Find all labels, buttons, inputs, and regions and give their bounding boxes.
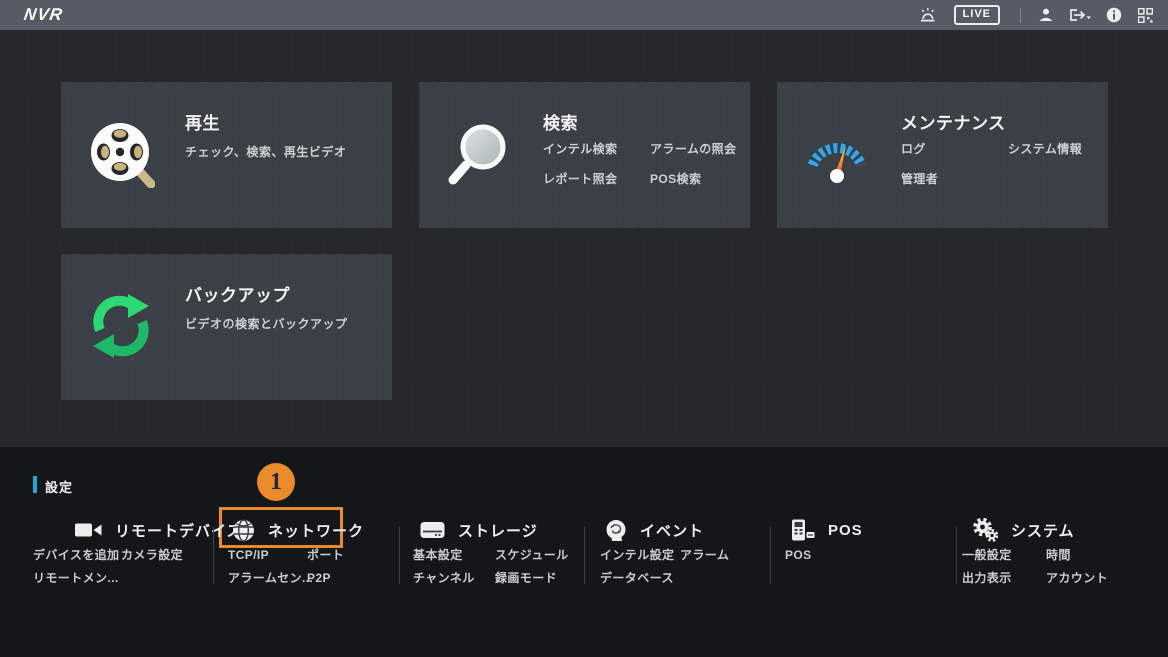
alarm-icon[interactable] bbox=[919, 6, 937, 24]
maintenance-links: ログ システム情報 管理者 bbox=[901, 140, 1082, 187]
search-title: 検索 bbox=[543, 109, 578, 134]
settings-item-label: リモートデバイス bbox=[115, 520, 243, 541]
column-divider bbox=[584, 527, 585, 584]
settings-section: 設定 1 リモートデバイス ネットワーク ストレージ bbox=[0, 447, 1168, 657]
link-port[interactable]: ポート bbox=[307, 549, 344, 562]
link-remote-maintenance[interactable]: リモートメン... bbox=[33, 572, 121, 585]
globe-icon bbox=[232, 519, 255, 542]
link-database[interactable]: データベース bbox=[600, 572, 680, 585]
column-divider bbox=[956, 527, 957, 584]
backup-title: バックアップ bbox=[185, 281, 290, 306]
link-time[interactable]: 時間 bbox=[1046, 549, 1108, 562]
link-administrator[interactable]: 管理者 bbox=[901, 170, 1008, 187]
link-camera-settings[interactable]: カメラ設定 bbox=[121, 549, 183, 562]
link-alarm[interactable]: アラーム bbox=[680, 549, 729, 562]
link-log[interactable]: ログ bbox=[901, 140, 1008, 157]
column-divider bbox=[399, 527, 400, 584]
hard-disk-icon bbox=[420, 521, 445, 539]
link-p2p[interactable]: P2P bbox=[307, 572, 344, 585]
link-report-inquiry[interactable]: レポート照会 bbox=[543, 170, 650, 187]
gears-icon bbox=[973, 518, 998, 542]
remote-device-links: デバイスを追加 カメラ設定 リモートメン... bbox=[33, 549, 183, 585]
link-intel-settings[interactable]: インテル設定 bbox=[600, 549, 680, 562]
link-schedule[interactable]: スケジュール bbox=[495, 549, 569, 562]
playback-title: 再生 bbox=[185, 109, 220, 134]
settings-item-label: ストレージ bbox=[458, 520, 538, 541]
settings-item-label: ネットワーク bbox=[268, 520, 364, 541]
link-alarm-center[interactable]: アラームセン... bbox=[228, 572, 307, 585]
link-record-mode[interactable]: 録画モード bbox=[495, 572, 569, 585]
column-divider bbox=[770, 527, 771, 584]
link-output-display[interactable]: 出力表示 bbox=[962, 572, 1046, 585]
event-links: インテル設定 アラーム データベース bbox=[600, 549, 729, 585]
info-icon[interactable] bbox=[1105, 6, 1123, 24]
qrcode-icon[interactable] bbox=[1136, 6, 1154, 24]
link-channel[interactable]: チャンネル bbox=[413, 572, 495, 585]
settings-item-storage[interactable]: ストレージ bbox=[420, 518, 538, 542]
live-button[interactable]: LIVE bbox=[954, 5, 1000, 25]
link-system-info[interactable]: システム情報 bbox=[1008, 140, 1082, 157]
settings-item-label: POS bbox=[828, 522, 863, 539]
system-links: 一般設定 時間 出力表示 アカウント bbox=[962, 549, 1108, 585]
gauge-icon bbox=[803, 120, 871, 188]
pos-terminal-icon bbox=[790, 519, 815, 541]
link-basic-settings[interactable]: 基本設定 bbox=[413, 549, 495, 562]
logout-icon[interactable] bbox=[1068, 6, 1092, 24]
link-tcpip[interactable]: TCP/IP bbox=[228, 549, 307, 562]
titlebar: NVR LIVE bbox=[0, 0, 1168, 30]
storage-links: 基本設定 スケジュール チャンネル 録画モード bbox=[413, 549, 569, 585]
search-card[interactable]: 検索 インテル検索 アラームの照会 レポート照会 POS検索 bbox=[419, 82, 750, 228]
magnifier-icon bbox=[445, 120, 513, 188]
link-alarm-inquiry[interactable]: アラームの照会 bbox=[650, 140, 736, 157]
backup-subtitle: ビデオの検索とバックアップ bbox=[185, 315, 348, 332]
section-accent-bar bbox=[33, 476, 37, 493]
ai-head-icon bbox=[605, 519, 627, 542]
settings-item-system[interactable]: システム bbox=[973, 518, 1075, 542]
link-account[interactable]: アカウント bbox=[1046, 572, 1108, 585]
link-general-settings[interactable]: 一般設定 bbox=[962, 549, 1046, 562]
link-pos[interactable]: POS bbox=[785, 549, 865, 562]
search-links: インテル検索 アラームの照会 レポート照会 POS検索 bbox=[543, 140, 736, 187]
sync-arrows-icon bbox=[87, 292, 155, 360]
settings-item-network[interactable]: ネットワーク bbox=[232, 518, 364, 542]
link-intel-search[interactable]: インテル検索 bbox=[543, 140, 650, 157]
pos-links: POS bbox=[785, 549, 865, 562]
network-links: TCP/IP ポート アラームセン... P2P bbox=[228, 549, 344, 585]
backup-card[interactable]: バックアップ ビデオの検索とバックアップ bbox=[61, 254, 392, 400]
film-reel-icon bbox=[87, 120, 155, 188]
user-icon[interactable] bbox=[1037, 6, 1055, 24]
main-menu-area: 再生 チェック、検索、再生ビデオ 検索 インテル検索 アラームの照会 レポート照… bbox=[0, 30, 1168, 447]
settings-item-remote-device[interactable]: リモートデバイス bbox=[75, 518, 243, 542]
video-camera-icon bbox=[75, 521, 102, 539]
column-divider bbox=[213, 527, 214, 584]
settings-item-label: イベント bbox=[640, 520, 704, 541]
settings-item-event[interactable]: イベント bbox=[605, 518, 704, 542]
playback-card[interactable]: 再生 チェック、検索、再生ビデオ bbox=[61, 82, 392, 228]
link-pos-search[interactable]: POS検索 bbox=[650, 170, 736, 187]
playback-subtitle: チェック、検索、再生ビデオ bbox=[185, 143, 346, 160]
maintenance-card[interactable]: メンテナンス ログ システム情報 管理者 bbox=[777, 82, 1108, 228]
settings-label: 設定 bbox=[45, 477, 73, 496]
link-add-device[interactable]: デバイスを追加 bbox=[33, 549, 121, 562]
nvr-logo: NVR bbox=[23, 5, 65, 25]
titlebar-separator bbox=[1020, 8, 1021, 23]
settings-item-label: システム bbox=[1011, 520, 1075, 541]
titlebar-actions: LIVE bbox=[919, 5, 1154, 25]
settings-item-pos[interactable]: POS bbox=[790, 518, 863, 542]
maintenance-title: メンテナンス bbox=[901, 109, 1006, 134]
step-1-badge: 1 bbox=[257, 463, 295, 501]
